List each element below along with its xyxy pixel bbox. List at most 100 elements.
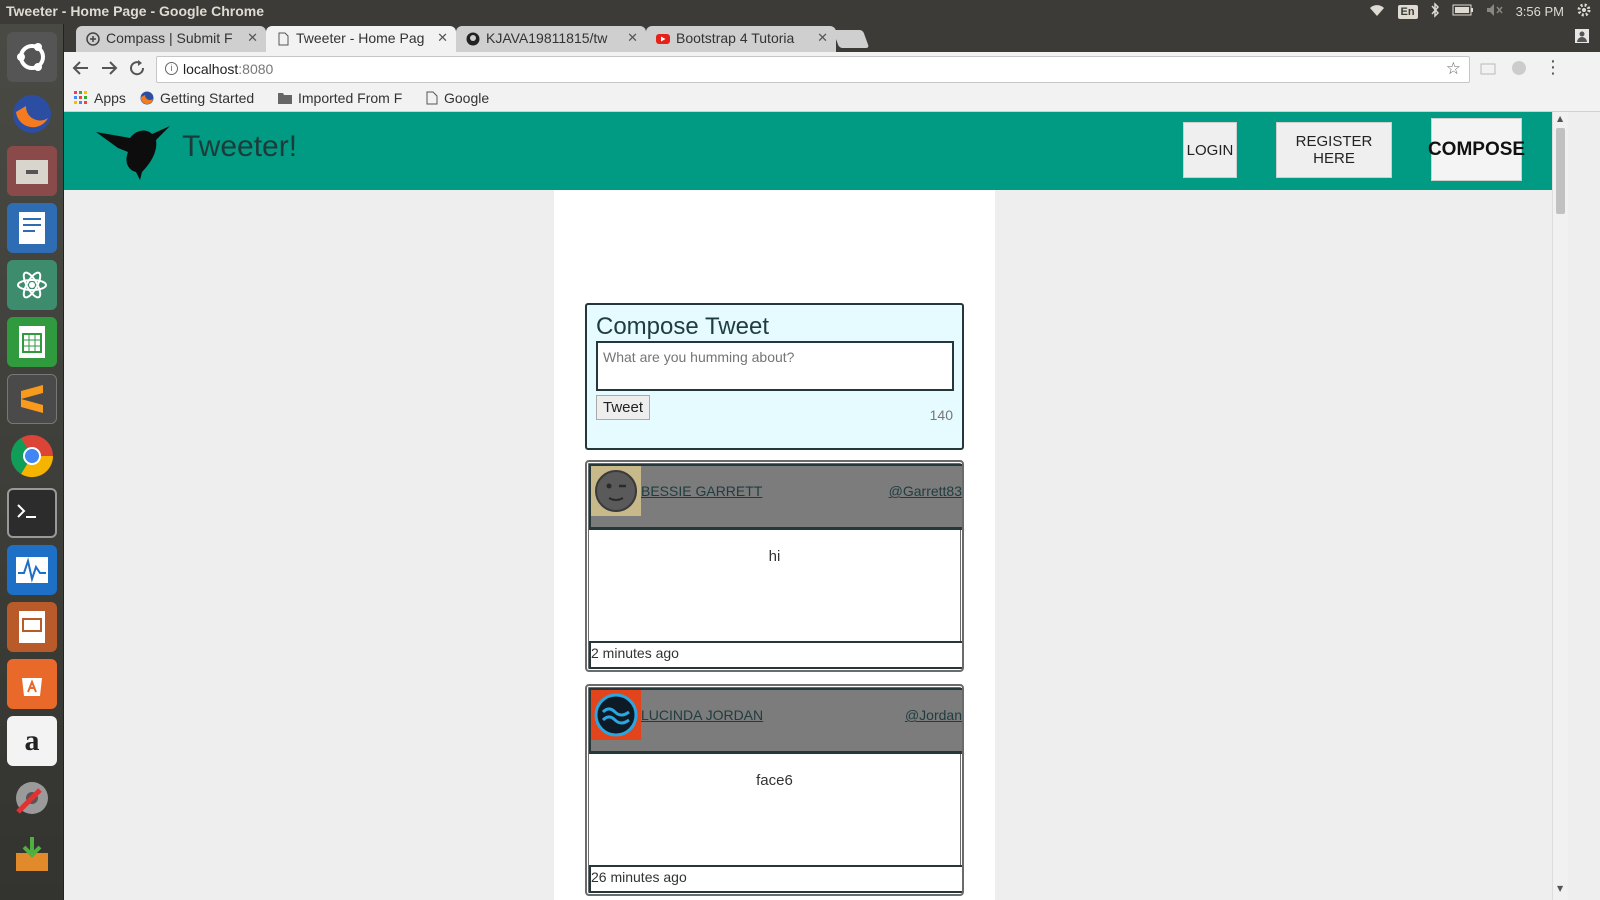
window-title: Tweeter - Home Page - Google Chrome [6,3,265,19]
clock[interactable]: 3:56 PM [1516,4,1564,19]
login-button[interactable]: LOGIN [1183,122,1237,178]
bookmark-imported[interactable]: Imported From F [278,90,402,106]
menu-icon[interactable]: ⋮ [1544,57,1562,78]
atom-icon[interactable] [7,260,57,310]
avatar[interactable] [591,466,641,516]
compose-button[interactable]: COMPOSE [1428,118,1525,181]
bookmark-google[interactable]: Google [426,90,489,106]
extension-icon[interactable] [1480,60,1496,81]
hummingbird-logo-icon [96,126,170,180]
register-button[interactable]: REGISTER HERE [1276,122,1392,178]
system-monitor-icon[interactable] [7,545,57,595]
avatar[interactable] [591,690,641,740]
bookmark-apps[interactable]: Apps [74,90,126,106]
tweet-submit-button[interactable]: Tweet [596,395,650,420]
scrollbar-thumb[interactable] [1556,128,1565,214]
bookmark-label: Apps [94,90,126,106]
bookmark-getting-started[interactable]: Getting Started [140,90,254,106]
folder-icon [278,93,292,104]
compose-tweet-panel: Compose Tweet Tweet 140 [585,303,964,450]
files-icon[interactable] [7,146,57,196]
tweet-card: LUCINDA JORDAN @Jordan face6 26 minutes … [585,684,964,896]
writer-icon[interactable] [7,203,57,253]
youtube-favicon-icon [656,34,670,44]
tweet-header: BESSIE GARRETT @Garrett83 [589,464,962,530]
compass-favicon-icon [86,32,100,46]
bluetooth-icon[interactable] [1430,2,1440,21]
sync-icon[interactable] [1510,59,1528,82]
terminal-icon[interactable] [7,488,57,538]
tab-label: Compass | Submit F [106,30,233,46]
tweet-author-name[interactable]: LUCINDA JORDAN [641,707,763,723]
ubuntu-dash-icon[interactable] [7,32,57,82]
close-icon[interactable]: ✕ [437,30,448,46]
page-favicon-icon [278,32,289,46]
tweet-input[interactable] [596,341,954,391]
battery-icon[interactable] [1452,4,1474,19]
launcher: a [0,24,64,900]
back-arrow-icon[interactable] [72,59,90,82]
os-top-bar: Tweeter - Home Page - Google Chrome En 3… [0,0,1600,24]
gear-icon[interactable] [1576,2,1592,21]
firefox-icon[interactable] [7,89,57,139]
wifi-icon[interactable] [1368,3,1386,20]
page-viewport[interactable]: Tweeter! LOGIN REGISTER HERE COMPOSE Com… [64,112,1600,900]
firefox-icon [140,91,154,105]
tab-tweeter-home[interactable]: Tweeter - Home Pag ✕ [266,26,456,52]
character-counter: 140 [929,407,953,423]
tab-label: KJAVA19811815/tw [486,30,608,46]
tweet-timestamp: 26 minutes ago [589,865,962,893]
tweet-author-handle[interactable]: @Jordan [905,707,962,723]
url-port: :8080 [238,61,274,77]
browser-window: Compass | Submit F ✕ Tweeter - Home Pag … [64,24,1600,900]
tweet-text: hi [768,548,781,565]
software-center-icon[interactable] [7,659,57,709]
github-favicon-icon [466,32,480,46]
bookmark-label: Imported From F [298,90,403,106]
amazon-icon[interactable]: a [7,716,57,766]
calc-icon[interactable] [7,317,57,367]
tab-github[interactable]: KJAVA19811815/tw ✕ [456,26,646,52]
tab-strip: Compass | Submit F ✕ Tweeter - Home Pag … [64,24,1600,52]
close-icon[interactable]: ✕ [247,30,258,46]
chrome-icon[interactable] [7,431,57,481]
impress-icon[interactable] [7,602,57,652]
tab-youtube[interactable]: Bootstrap 4 Tutoria ✕ [646,26,836,52]
tab-label: Bootstrap 4 Tutoria [676,30,795,46]
site-navbar: Tweeter! LOGIN REGISTER HERE COMPOSE [64,112,1552,190]
tab-compass[interactable]: Compass | Submit F ✕ [76,26,266,52]
scroll-up-arrow-icon[interactable]: ▲ [1557,114,1563,123]
info-icon[interactable]: i [165,62,178,75]
bookmark-label: Google [444,90,490,106]
compose-title: Compose Tweet [596,313,769,340]
scroll-down-arrow-icon[interactable]: ▼ [1557,884,1563,893]
system-tray: En 3:56 PM [1368,2,1592,21]
close-icon[interactable]: ✕ [627,30,638,46]
profile-icon[interactable] [1574,28,1592,46]
brand-title[interactable]: Tweeter! [182,130,297,164]
page-icon [426,91,438,105]
settings-icon[interactable] [7,773,57,823]
tab-label: Tweeter - Home Pag [296,30,425,46]
url-host: localhost [183,61,239,77]
tweet-timestamp: 2 minutes ago [589,641,962,669]
tweet-text: face6 [756,772,793,789]
bookmark-label: Getting Started [160,90,255,106]
installer-icon[interactable] [7,830,57,880]
tweet-author-name[interactable]: BESSIE GARRETT [641,483,762,499]
bookmark-star-icon[interactable]: ☆ [1446,59,1461,79]
tweet-author-handle[interactable]: @Garrett83 [889,483,962,499]
bookmarks-bar: Apps Getting Started Imported From F Goo… [64,86,1600,112]
browser-toolbar: i localhost:8080 ☆ ⋮ [64,52,1600,86]
keyboard-layout-indicator[interactable]: En [1397,4,1418,19]
address-bar[interactable]: i localhost:8080 ☆ [156,56,1470,83]
page-scrollbar[interactable]: ▲ ▼ [1552,112,1568,900]
reload-icon[interactable] [128,59,146,82]
close-icon[interactable]: ✕ [817,30,828,46]
volume-muted-icon[interactable] [1486,3,1504,20]
tweet-card: BESSIE GARRETT @Garrett83 hi 2 minutes a… [585,460,964,672]
forward-arrow-icon[interactable] [100,59,118,82]
new-tab-button[interactable] [832,30,870,48]
sublime-icon[interactable] [7,374,57,424]
tweet-header: LUCINDA JORDAN @Jordan [589,688,962,754]
